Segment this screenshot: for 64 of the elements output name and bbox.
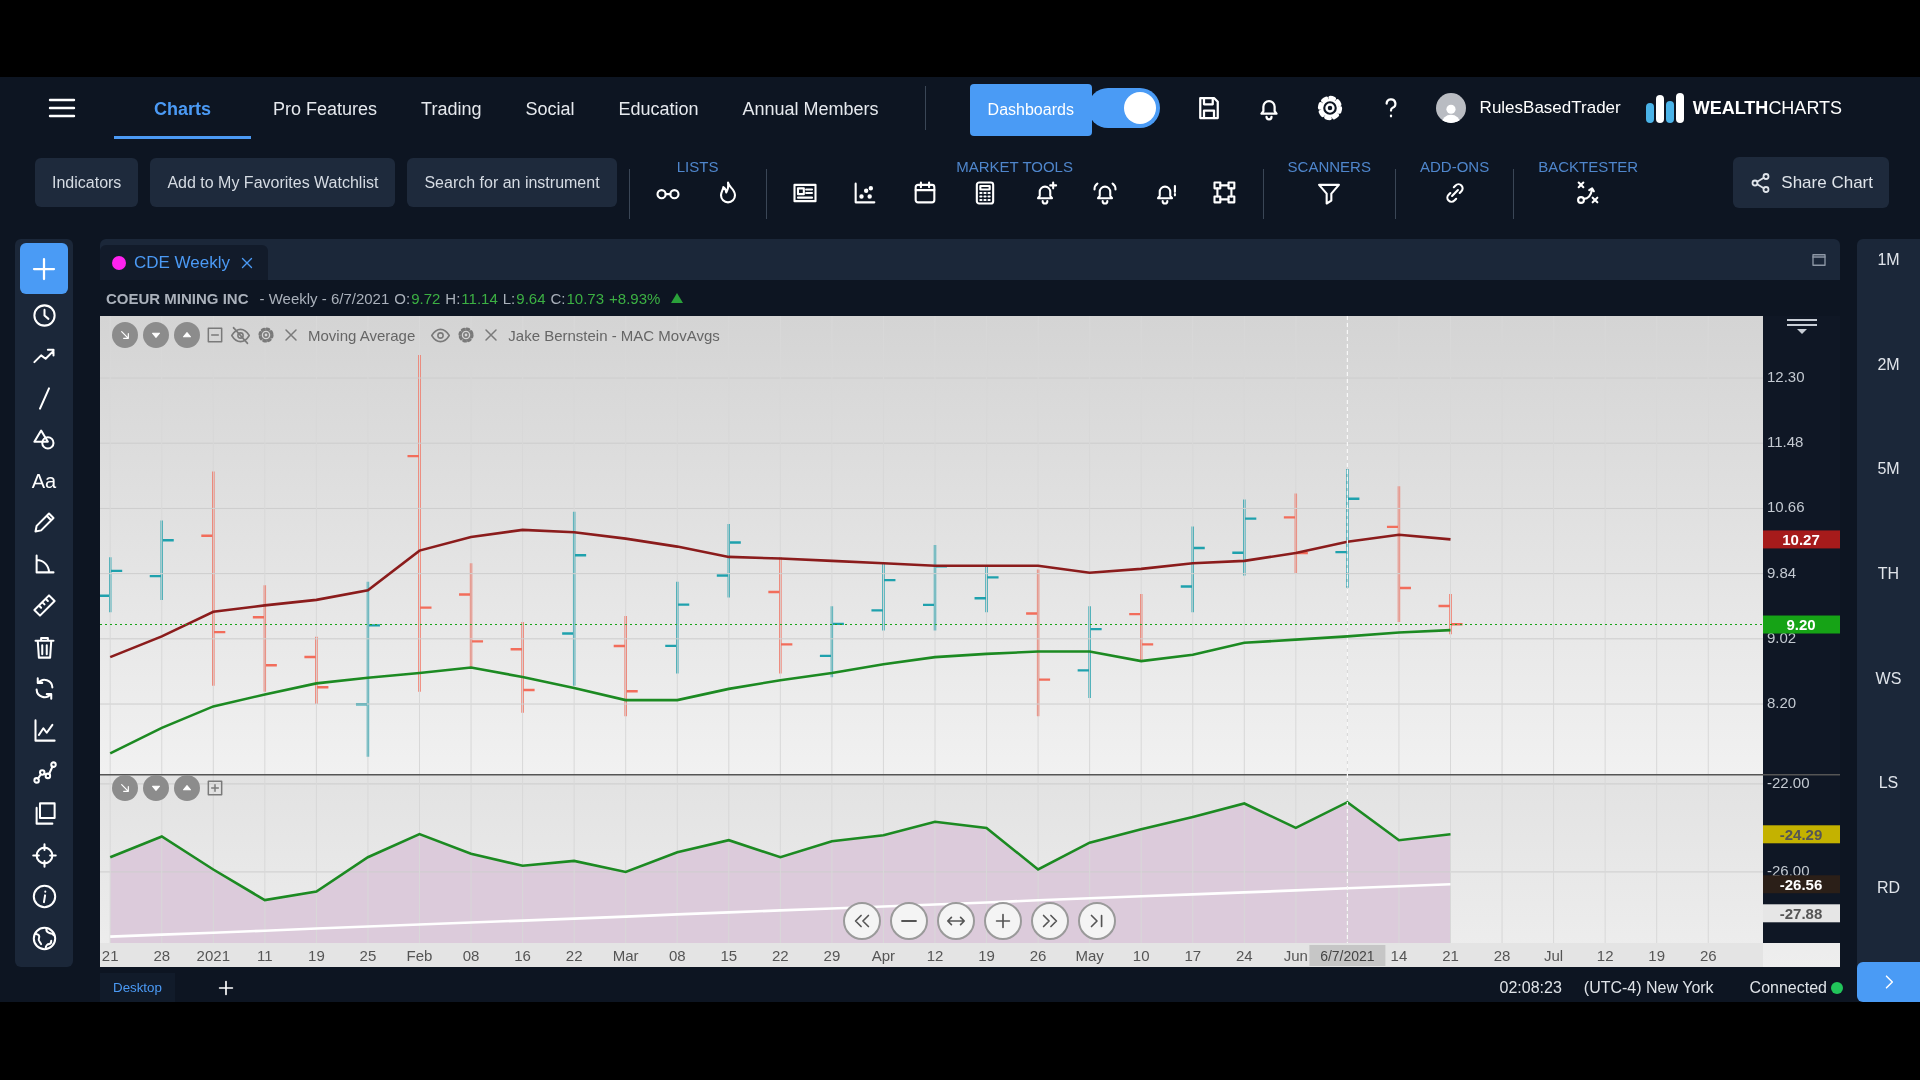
group-label: BACKTESTER: [1538, 158, 1639, 175]
ohlc-label: C:: [550, 289, 566, 307]
x-axis-label: 25: [359, 947, 377, 964]
ohlc-value: 10.73: [566, 289, 605, 307]
x-axis-label: Mar: [612, 947, 639, 964]
x-axis-label: 15: [720, 947, 738, 964]
axis-label: 11.48: [1767, 433, 1804, 451]
x-axis-label: 21: [101, 947, 119, 964]
group-label: LISTS: [676, 158, 719, 175]
group-label: MARKET TOOLS: [956, 158, 1073, 175]
group-label: ADD-ONS: [1419, 158, 1490, 175]
x-axis-label: 29: [823, 947, 841, 964]
x-axis-label: 08: [668, 947, 686, 964]
value-marker: -27.88: [1763, 904, 1840, 923]
period-label: - Weekly - 6/7/2021: [259, 289, 390, 307]
x-axis-label: Jul: [1544, 947, 1564, 964]
date-marker: 6/7/2021: [1309, 945, 1386, 966]
x-axis-label: 11: [257, 947, 273, 964]
tab-label: CDE Weekly: [134, 252, 231, 273]
x-axis-label: 2021: [196, 947, 230, 964]
value-marker: 10.27: [1763, 530, 1840, 549]
x-axis-label: 22: [772, 947, 789, 964]
x-axis-label: 10: [1132, 947, 1150, 964]
ohlc-value: 9.64: [516, 289, 546, 307]
x-axis-label: Jun: [1283, 947, 1308, 964]
group-label: SCANNERS: [1287, 158, 1371, 175]
x-axis-label: 19: [308, 947, 325, 964]
x-axis-label: 12: [1596, 947, 1614, 964]
x-axis-label: 19: [1648, 947, 1666, 964]
axis-label: 9.84: [1767, 563, 1797, 581]
x-axis-label: 21: [1442, 947, 1459, 964]
x-axis-label: 26: [1029, 947, 1047, 964]
x-axis-label: 14: [1390, 947, 1408, 964]
x-axis-label: 12: [926, 947, 944, 964]
x-axis-label: 28: [153, 947, 171, 964]
x-axis-label: Feb: [406, 947, 433, 964]
x-axis-label: 22: [565, 947, 583, 964]
ohlc-value: 9.72: [411, 289, 441, 307]
indicator-label: Moving Average: [308, 326, 416, 344]
ohlc-label: H:: [445, 289, 461, 307]
x-axis-label: 26: [1699, 947, 1717, 964]
connection-status: Connected: [1749, 978, 1827, 997]
x-axis-label: May: [1075, 947, 1104, 964]
clock-time: 02:08:23: [1499, 978, 1562, 997]
ohlc-label: L:: [502, 289, 516, 307]
x-axis-label: 17: [1184, 947, 1202, 964]
value-marker: -26.56: [1763, 875, 1840, 894]
x-axis-label: 16: [514, 947, 531, 964]
axis-label: 8.20: [1767, 694, 1797, 712]
tooltip: Dashboards: [969, 84, 1092, 136]
x-axis-label: Apr: [871, 947, 896, 964]
x-axis-label: 28: [1493, 947, 1511, 964]
x-axis-label: 24: [1235, 947, 1253, 964]
axis-label: 12.30: [1767, 368, 1805, 385]
x-axis-label: 19: [978, 947, 995, 964]
axis-label: -22.00: [1767, 774, 1810, 791]
symbol-name: COEUR MINING INC: [106, 289, 249, 307]
ohlc-label: O:: [394, 289, 411, 307]
ohlc-value: 11.14: [461, 289, 498, 307]
x-axis-label: 08: [462, 947, 480, 964]
indicator-label: Jake Bernstein - MAC MovAvgs: [508, 326, 720, 344]
value-marker: -24.29: [1763, 825, 1840, 844]
change-value: +8.93%: [609, 289, 661, 307]
axis-label: 10.66: [1767, 498, 1805, 516]
